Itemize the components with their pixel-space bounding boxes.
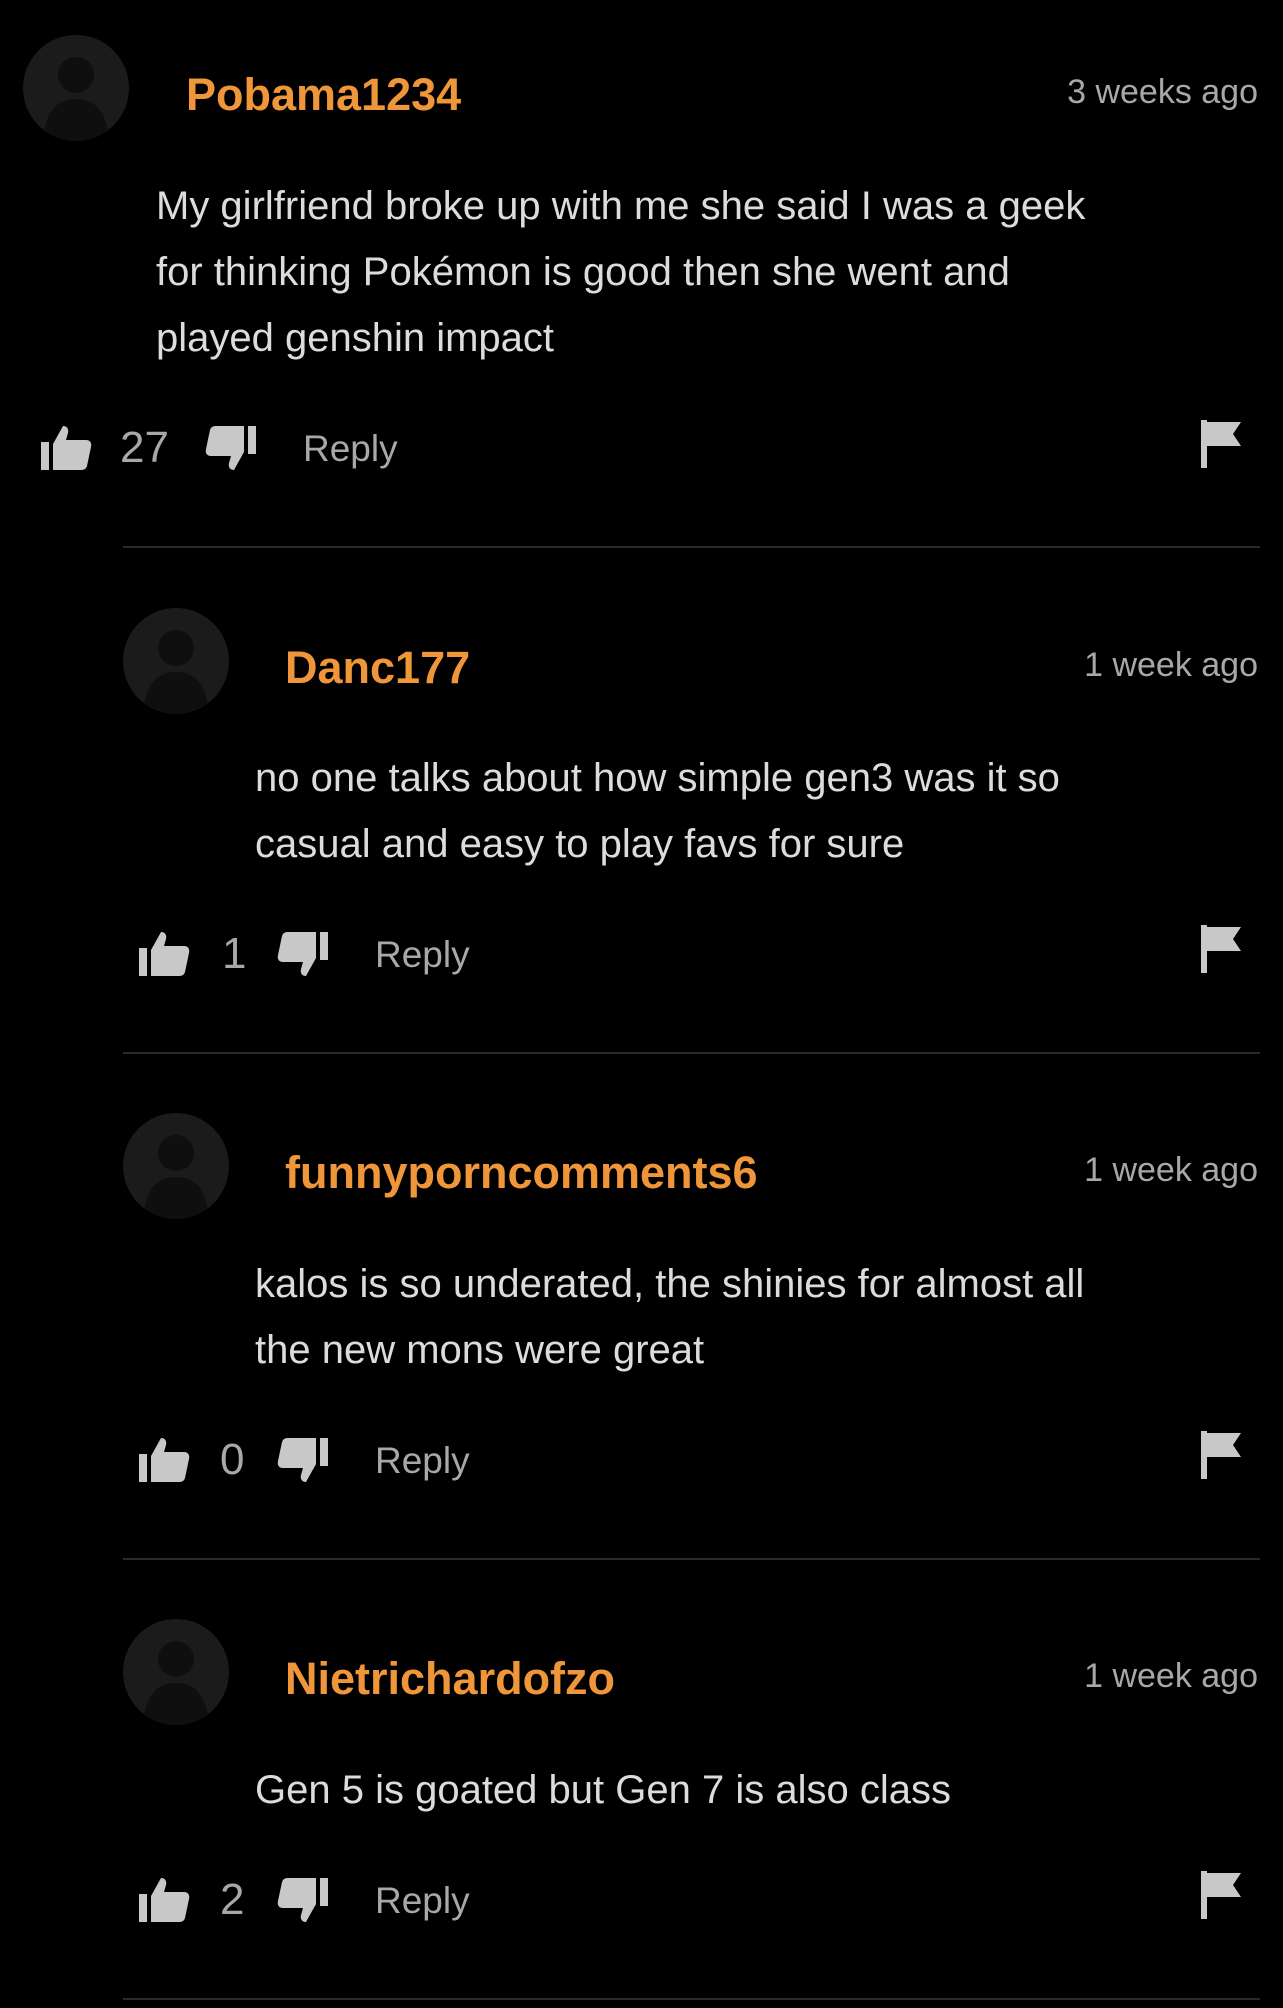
thumbs-up-icon[interactable]	[138, 1874, 190, 1926]
avatar[interactable]	[123, 608, 229, 714]
thumbs-up-icon[interactable]	[138, 928, 190, 980]
flag-icon[interactable]	[1201, 420, 1243, 468]
thumbs-up-icon[interactable]	[40, 422, 92, 474]
comment-actions: 27 Reply	[40, 422, 1260, 482]
divider	[123, 1558, 1260, 1560]
comment-text: My girlfriend broke up with me she said …	[156, 173, 1085, 371]
vote-count: 27	[120, 423, 169, 472]
flag-icon[interactable]	[1201, 1431, 1243, 1479]
comment-username[interactable]: Pobama1234	[186, 72, 461, 117]
comment-text: no one talks about how simple gen3 was i…	[255, 745, 1060, 877]
comment-actions: 0 Reply	[138, 1434, 1238, 1494]
comment-text: kalos is so underated, the shinies for a…	[255, 1251, 1084, 1383]
avatar-placeholder-icon	[143, 1641, 209, 1725]
comment-timestamp: 1 week ago	[1084, 1151, 1258, 1189]
thumbs-down-icon[interactable]	[277, 928, 329, 980]
reply-button[interactable]: Reply	[303, 430, 398, 467]
comment-text-line: Gen 5 is goated but Gen 7 is also class	[255, 1768, 951, 1812]
avatar-placeholder-icon	[143, 630, 209, 714]
avatar-placeholder-icon	[43, 57, 109, 141]
divider	[123, 546, 1260, 548]
comment-actions: 2 Reply	[138, 1874, 1238, 1934]
comment-username[interactable]: Nietrichardofzo	[285, 1656, 615, 1701]
comment-text-line: for thinking Pokémon is good then she we…	[156, 250, 1010, 294]
comment-username[interactable]: funnyporncomments6	[285, 1150, 758, 1195]
reply-button[interactable]: Reply	[375, 1882, 470, 1919]
flag-icon[interactable]	[1201, 925, 1243, 973]
thumbs-up-icon[interactable]	[138, 1434, 190, 1486]
vote-count: 1	[222, 929, 247, 978]
avatar[interactable]	[23, 35, 129, 141]
comment-text-line: no one talks about how simple gen3 was i…	[255, 756, 1060, 800]
comment-username[interactable]: Danc177	[285, 645, 470, 690]
reply-button[interactable]: Reply	[375, 1442, 470, 1479]
divider	[123, 1052, 1260, 1054]
comment-timestamp: 3 weeks ago	[1067, 73, 1258, 111]
divider	[123, 1998, 1260, 2000]
avatar-placeholder-icon	[143, 1135, 209, 1219]
vote-count: 2	[220, 1875, 245, 1924]
comment-text-line: the new mons were great	[255, 1328, 705, 1372]
comment-timestamp: 1 week ago	[1084, 1657, 1258, 1695]
reply-button[interactable]: Reply	[375, 936, 470, 973]
vote-count: 0	[220, 1435, 245, 1484]
thumbs-down-icon[interactable]	[277, 1874, 329, 1926]
comment-text-line: My girlfriend broke up with me she said …	[156, 184, 1086, 228]
comment-text-line: played genshin impact	[156, 316, 555, 360]
comment-timestamp: 1 week ago	[1084, 646, 1258, 684]
comment-text: Gen 5 is goated but Gen 7 is also class	[255, 1757, 951, 1823]
avatar[interactable]	[123, 1113, 229, 1219]
comment-text-line: casual and easy to play favs for sure	[255, 822, 905, 866]
thumbs-down-icon[interactable]	[277, 1434, 329, 1486]
comment-text-line: kalos is so underated, the shinies for a…	[255, 1262, 1085, 1306]
comment-actions: 1 Reply	[138, 928, 1238, 988]
avatar[interactable]	[123, 1619, 229, 1725]
flag-icon[interactable]	[1201, 1871, 1243, 1919]
thumbs-down-icon[interactable]	[205, 422, 257, 474]
